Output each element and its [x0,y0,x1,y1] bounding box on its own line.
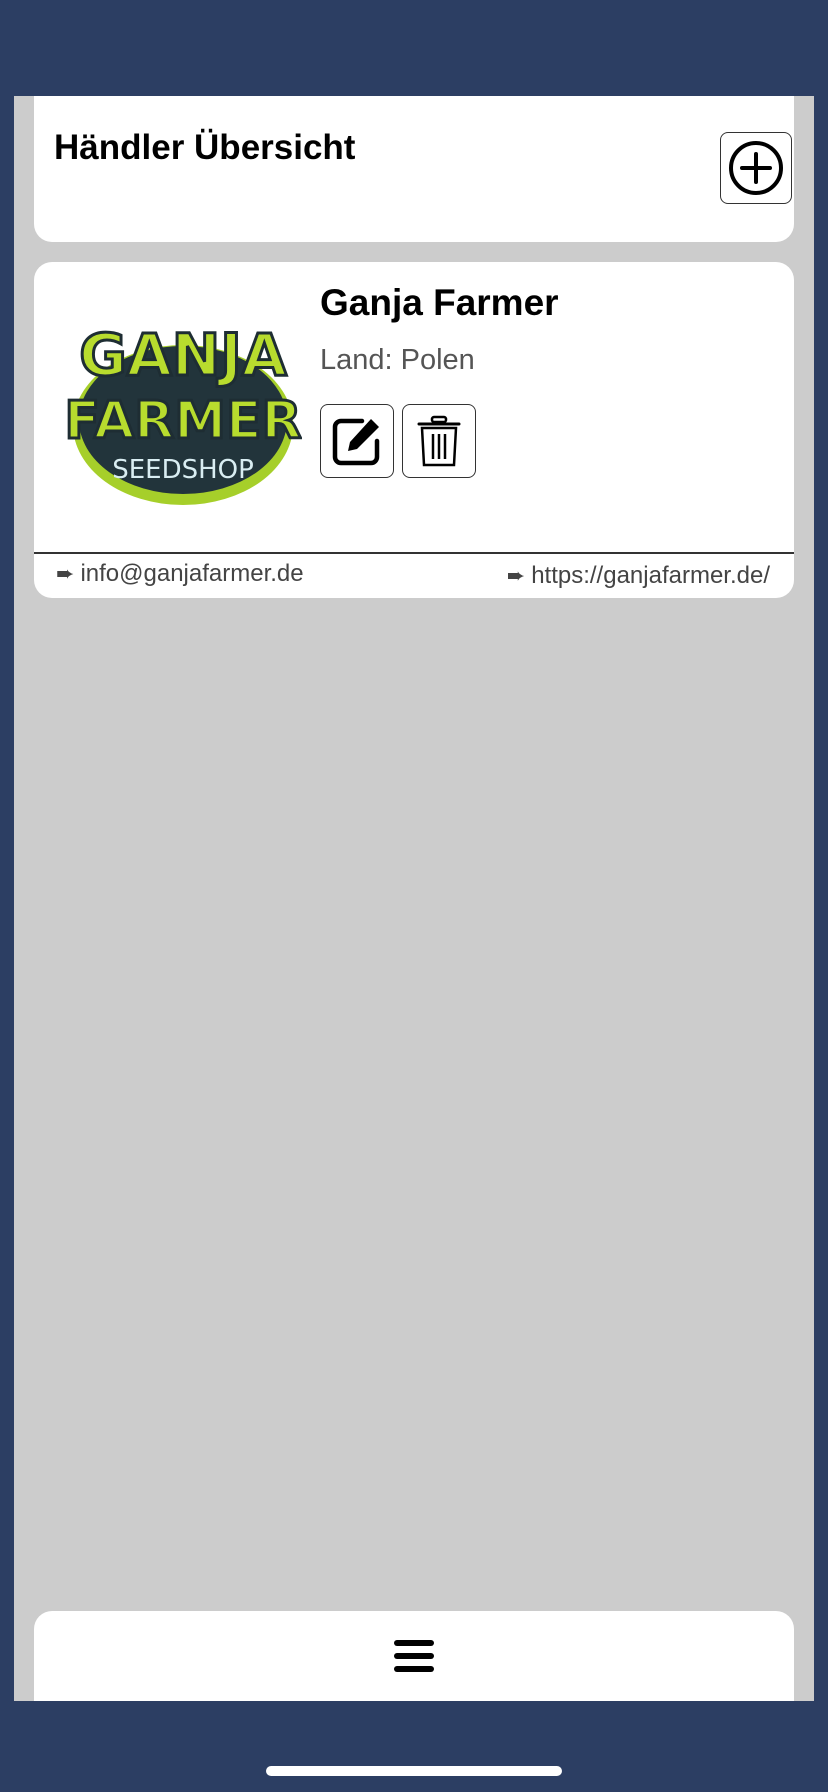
arrow-right-icon: ➨ [506,563,526,588]
plus-circle-icon [729,141,783,195]
edit-button[interactable] [320,404,394,478]
dealer-country: Land: Polen [320,344,475,376]
website-link[interactable]: ➨ https://ganjafarmer.de/ [507,562,770,590]
bottom-nav [34,1611,794,1701]
home-indicator[interactable] [266,1766,562,1776]
add-dealer-button[interactable] [720,132,792,204]
email-text: info@ganjafarmer.de [80,560,304,587]
dealer-logo: GANJA FARMER SEEDSHOP [64,320,302,505]
app-frame: Händler Übersicht GANJA FARMER SEEDSHOP … [14,96,814,1701]
header-card: Händler Übersicht [34,96,794,242]
dealer-card: GANJA FARMER SEEDSHOP Ganja Farmer Land:… [34,262,794,598]
dealer-name: Ganja Farmer [320,282,559,323]
website-text: https://ganjafarmer.de/ [531,562,770,589]
edit-icon [332,418,380,466]
arrow-right-icon: ➨ [56,561,75,586]
logo-line2: FARMER [64,391,301,451]
trash-icon [417,415,461,467]
page-title: Händler Übersicht [54,128,356,167]
logo-line3: SEEDSHOP [112,455,254,485]
menu-button[interactable] [384,1633,444,1679]
card-divider [34,552,794,554]
delete-button[interactable] [402,404,476,478]
logo-line1: GANJA [79,321,287,389]
hamburger-menu-icon [394,1640,434,1672]
email-link[interactable]: ➨ info@ganjafarmer.de [56,560,304,588]
